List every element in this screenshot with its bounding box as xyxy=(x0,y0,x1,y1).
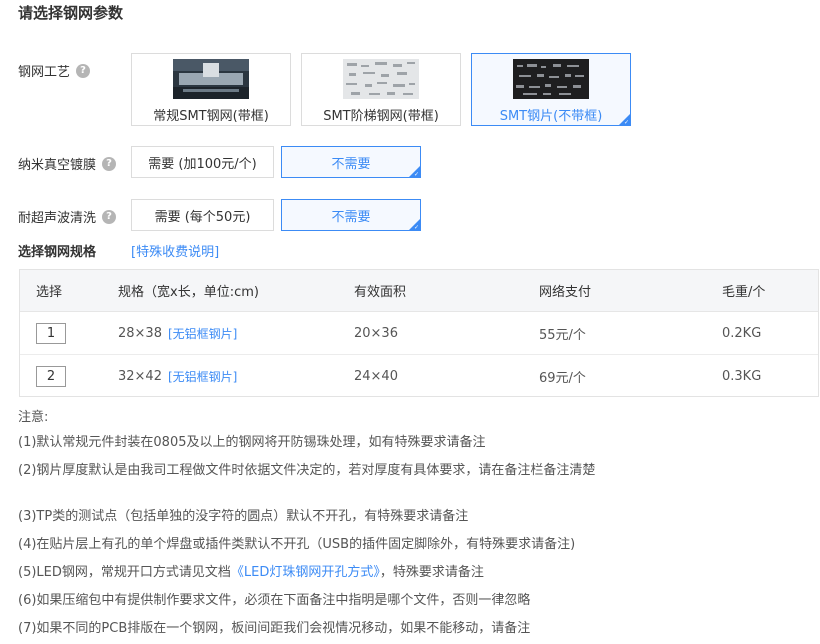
col-price: 网络支付 xyxy=(539,285,592,300)
nano-coating-label-text: 纳米真空镀膜 xyxy=(18,158,97,173)
col-select: 选择 xyxy=(36,285,63,300)
nano-coating-yes-button[interactable]: 需要 (加100元/个) xyxy=(131,146,274,178)
ultrasonic-no-button[interactable]: 不需要 xyxy=(281,199,421,231)
no-frame-tag: [无铝框钢片] xyxy=(167,370,238,384)
note-item: (4)在贴片层上有孔的单个焊盘或插件类默认不开孔（USB的插件固定脚除外，有特殊… xyxy=(18,537,576,552)
price-cell: 55元/个 xyxy=(539,327,586,343)
area-cell: 20×36 xyxy=(354,325,398,341)
help-icon[interactable]: ? xyxy=(102,156,117,171)
process-label: 钢网工艺 ? xyxy=(18,61,91,80)
button-label: 不需要 xyxy=(331,156,371,172)
size-value: 28×38 xyxy=(118,325,162,341)
fee-info-link[interactable]: [特殊收费说明] xyxy=(131,241,219,260)
area-cell: 24×40 xyxy=(354,369,398,384)
help-icon[interactable]: ? xyxy=(102,209,117,224)
row-select-box[interactable]: 2 xyxy=(36,366,66,387)
note-item: (3)TP类的测试点（包括单独的没字符的圆点）默认不开孔，有特殊要求请备注 xyxy=(18,509,469,524)
process-label-text: 钢网工艺 xyxy=(18,65,71,80)
note-item: (6)如果压缩包中有提供制作要求文件，必须在下面备注中指明是哪个文件，否则一律忽… xyxy=(18,593,531,608)
ultrasonic-yes-button[interactable]: 需要 (每个50元) xyxy=(131,199,274,231)
size-value: 32×42 xyxy=(118,369,162,384)
process-option-step[interactable]: SMT阶梯钢网(带框) xyxy=(301,53,461,126)
note-item: (1)默认常规元件封装在0805及以上的钢网将开防锡珠处理，如有特殊要求请备注 xyxy=(18,435,486,450)
table-header: 选择 规格（宽x长，单位:cm) 有效面积 网络支付 毛重/个 xyxy=(20,270,818,312)
note-item: (7)如果不同的PCB排版在一个钢网，板间间距我们会视情况移动，如果不能移动，请… xyxy=(18,621,531,636)
note-item-led: (5)LED钢网，常规开口方式请见文档《LED灯珠钢网开孔方式》，特殊要求请备注 xyxy=(18,564,608,582)
button-label: 不需要 xyxy=(331,209,371,225)
process-option-sheet[interactable]: SMT钢片(不带框) xyxy=(471,53,631,126)
help-icon[interactable]: ? xyxy=(76,63,91,78)
size-cell: 32×42 [无铝框钢片] xyxy=(118,355,237,398)
button-label: 需要 (每个50元) xyxy=(154,209,251,225)
page-title: 请选择钢网参数 xyxy=(18,4,124,22)
spec-table: 选择 规格（宽x长，单位:cm) 有效面积 网络支付 毛重/个 1 28×38 … xyxy=(19,269,819,397)
weight-cell: 0.3KG xyxy=(722,369,762,384)
nano-coating-label: 纳米真空镀膜 ? xyxy=(18,154,117,173)
process-option-label: SMT阶梯钢网(带框) xyxy=(323,109,439,124)
process-option-label: 常规SMT钢网(带框) xyxy=(153,109,269,124)
sheet-stencil-image xyxy=(513,59,589,99)
standard-stencil-image xyxy=(173,59,249,99)
process-option-standard[interactable]: 常规SMT钢网(带框) xyxy=(131,53,291,126)
led-note-suffix: ，特殊要求请备注 xyxy=(379,565,484,580)
price-cell: 69元/个 xyxy=(539,371,586,386)
notes-title: 注意: xyxy=(18,410,49,425)
no-frame-tag: [无铝框钢片] xyxy=(167,326,238,341)
table-row[interactable]: 1 28×38 [无铝框钢片] 20×36 55元/个 0.2KG xyxy=(20,312,818,355)
weight-cell: 0.2KG xyxy=(722,325,762,341)
ultrasonic-label: 耐超声波清洗 ? xyxy=(18,207,117,226)
col-area: 有效面积 xyxy=(354,285,407,300)
col-size: 规格（宽x长，单位:cm) xyxy=(118,285,259,300)
led-doc-link[interactable]: 《LED灯珠钢网开孔方式》 xyxy=(231,565,380,580)
table-row[interactable]: 2 32×42 [无铝框钢片] 24×40 69元/个 0.3KG xyxy=(20,355,818,398)
process-option-label: SMT钢片(不带框) xyxy=(499,109,603,124)
step-stencil-image xyxy=(343,59,419,99)
col-weight: 毛重/个 xyxy=(722,285,766,300)
row-select-box[interactable]: 1 xyxy=(36,322,66,344)
button-label: 需要 (加100元/个) xyxy=(148,156,257,172)
led-note-prefix: (5)LED钢网，常规开口方式请见文档 xyxy=(18,565,231,580)
size-cell: 28×38 [无铝框钢片] xyxy=(118,312,237,354)
nano-coating-no-button[interactable]: 不需要 xyxy=(281,146,421,178)
note-item: (2)钢片厚度默认是由我司工程做文件时依据文件决定的，若对厚度有具体要求，请在备… xyxy=(18,463,596,478)
spec-title: 选择钢网规格 xyxy=(18,245,97,260)
ultrasonic-label-text: 耐超声波清洗 xyxy=(18,211,97,226)
